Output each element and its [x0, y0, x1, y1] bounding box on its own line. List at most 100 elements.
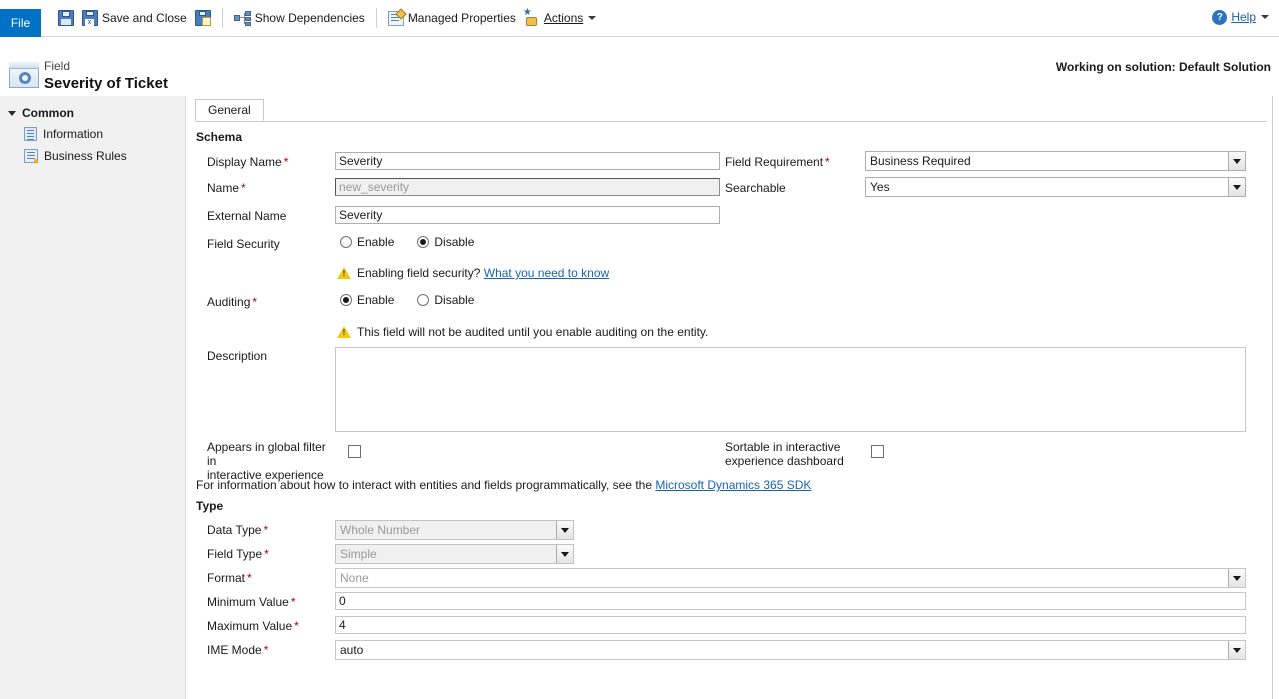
sdk-link[interactable]: Microsoft Dynamics 365 SDK [655, 478, 811, 492]
entity-type-label: Field [44, 59, 70, 73]
actions-menu[interactable]: Actions [520, 5, 600, 31]
ime-mode-label: IME Mode* [207, 643, 268, 657]
chevron-down-icon[interactable] [1228, 152, 1245, 170]
sdk-info-line: For information about how to interact wi… [196, 478, 811, 492]
external-name-input[interactable] [335, 206, 720, 224]
auditing-disable-radio[interactable]: Disable [412, 293, 474, 307]
dependencies-icon [234, 11, 251, 26]
auditing-warning: This field will not be audited until you… [337, 325, 708, 339]
left-nav-sidebar: Common Information Business Rules [0, 96, 186, 699]
field-type-value: Simple [340, 546, 377, 562]
warning-message: Enabling field security? [357, 266, 480, 280]
sidebar-item-label: Business Rules [44, 149, 127, 163]
chevron-down-icon [556, 521, 573, 539]
field-security-disable-label: Disable [434, 235, 474, 249]
field-security-warning: Enabling field security? What you need t… [337, 266, 609, 280]
display-name-input[interactable] [335, 152, 720, 170]
sdk-info-text: For information about how to interact wi… [196, 478, 652, 492]
save-and-close-label: Save and Close [102, 11, 187, 25]
managed-properties-button[interactable]: Managed Properties [384, 5, 520, 31]
ime-mode-select[interactable]: auto [335, 640, 1246, 660]
required-asterisk: * [264, 643, 269, 657]
data-type-select: Whole Number [335, 520, 574, 540]
business-rules-icon [24, 149, 38, 163]
description-textarea[interactable] [335, 347, 1246, 432]
name-label-text: Name [207, 181, 239, 195]
sidebar-item-business-rules[interactable]: Business Rules [24, 146, 127, 166]
format-label: Format* [207, 571, 252, 585]
save-and-new-button[interactable] [191, 5, 215, 31]
minimum-value-label-text: Minimum Value [207, 595, 289, 609]
required-asterisk: * [291, 595, 296, 609]
field-security-label: Field Security [207, 237, 280, 251]
save-icon [58, 10, 74, 26]
help-menu[interactable]: ? Help [1208, 5, 1273, 29]
searchable-value: Yes [870, 179, 890, 195]
data-type-label: Data Type* [207, 523, 268, 537]
data-type-value: Whole Number [340, 522, 420, 538]
managed-properties-icon [388, 11, 404, 26]
chevron-down-icon[interactable] [1228, 178, 1245, 196]
chevron-down-icon [556, 545, 573, 563]
sidebar-group-common[interactable]: Common [8, 106, 74, 120]
external-name-label: External Name [207, 209, 286, 223]
required-asterisk: * [264, 547, 269, 561]
warning-triangle-icon [337, 267, 351, 279]
radio-dot [340, 294, 352, 306]
minimum-value-input[interactable] [335, 592, 1246, 610]
sidebar-item-information[interactable]: Information [24, 124, 103, 144]
searchable-label: Searchable [725, 181, 786, 195]
radio-dot [340, 236, 352, 248]
format-value: None [340, 570, 369, 586]
save-and-close-button[interactable]: Save and Close [78, 5, 191, 31]
actions-icon [524, 11, 540, 26]
toolbar-separator-2 [376, 8, 377, 28]
show-dependencies-button[interactable]: Show Dependencies [230, 5, 369, 31]
required-asterisk: * [247, 571, 252, 585]
help-label: Help [1231, 10, 1256, 24]
type-section-heading: Type [196, 499, 223, 513]
minimum-value-label: Minimum Value* [207, 595, 295, 609]
field-requirement-label: Field Requirement* [725, 155, 830, 169]
save-button[interactable] [54, 5, 78, 31]
sidebar-item-label: Information [43, 127, 103, 141]
content-right-divider [1272, 96, 1273, 699]
auditing-label-text: Auditing [207, 295, 250, 309]
save-and-new-icon [195, 10, 211, 26]
required-asterisk: * [241, 181, 246, 195]
field-security-warning-text: Enabling field security? What you need t… [357, 266, 609, 280]
help-chevron-down-icon [1261, 15, 1269, 19]
global-filter-checkbox[interactable] [348, 445, 361, 458]
field-security-disable-radio[interactable]: Disable [412, 235, 474, 249]
format-label-text: Format [207, 571, 245, 585]
page-header: Field Severity of Ticket Working on solu… [0, 37, 1279, 96]
field-gear-icon [9, 62, 39, 88]
warning-triangle-icon [337, 326, 351, 338]
maximum-value-label: Maximum Value* [207, 619, 299, 633]
field-requirement-value: Business Required [870, 153, 971, 169]
chevron-down-icon[interactable] [1228, 641, 1245, 659]
auditing-enable-label: Enable [357, 293, 394, 307]
searchable-select[interactable]: Yes [865, 177, 1246, 197]
tab-general[interactable]: General [195, 99, 264, 121]
radio-dot [417, 236, 429, 248]
schema-section-heading: Schema [196, 130, 242, 144]
field-security-enable-radio[interactable]: Enable [335, 235, 394, 249]
sortable-label-line2: experience dashboard [725, 454, 844, 468]
field-security-learn-more-link[interactable]: What you need to know [484, 266, 609, 280]
maximum-value-input[interactable] [335, 616, 1246, 634]
ime-mode-value: auto [340, 642, 363, 658]
field-security-radio-group: Enable Disable [335, 235, 492, 249]
gear-glyph [19, 72, 31, 84]
ribbon-save-group: Save and Close Show Dependencies Managed… [54, 0, 600, 36]
data-type-label-text: Data Type [207, 523, 261, 537]
chevron-down-icon [1228, 569, 1245, 587]
file-tab[interactable]: File [0, 9, 41, 37]
auditing-warning-text: This field will not be audited until you… [357, 325, 708, 339]
auditing-enable-radio[interactable]: Enable [335, 293, 394, 307]
field-requirement-select[interactable]: Business Required [865, 151, 1246, 171]
sortable-checkbox[interactable] [871, 445, 884, 458]
field-requirement-label-text: Field Requirement [725, 155, 823, 169]
global-filter-label-line1: Appears in global filter in [207, 440, 326, 468]
toolbar-separator-1 [222, 8, 223, 28]
